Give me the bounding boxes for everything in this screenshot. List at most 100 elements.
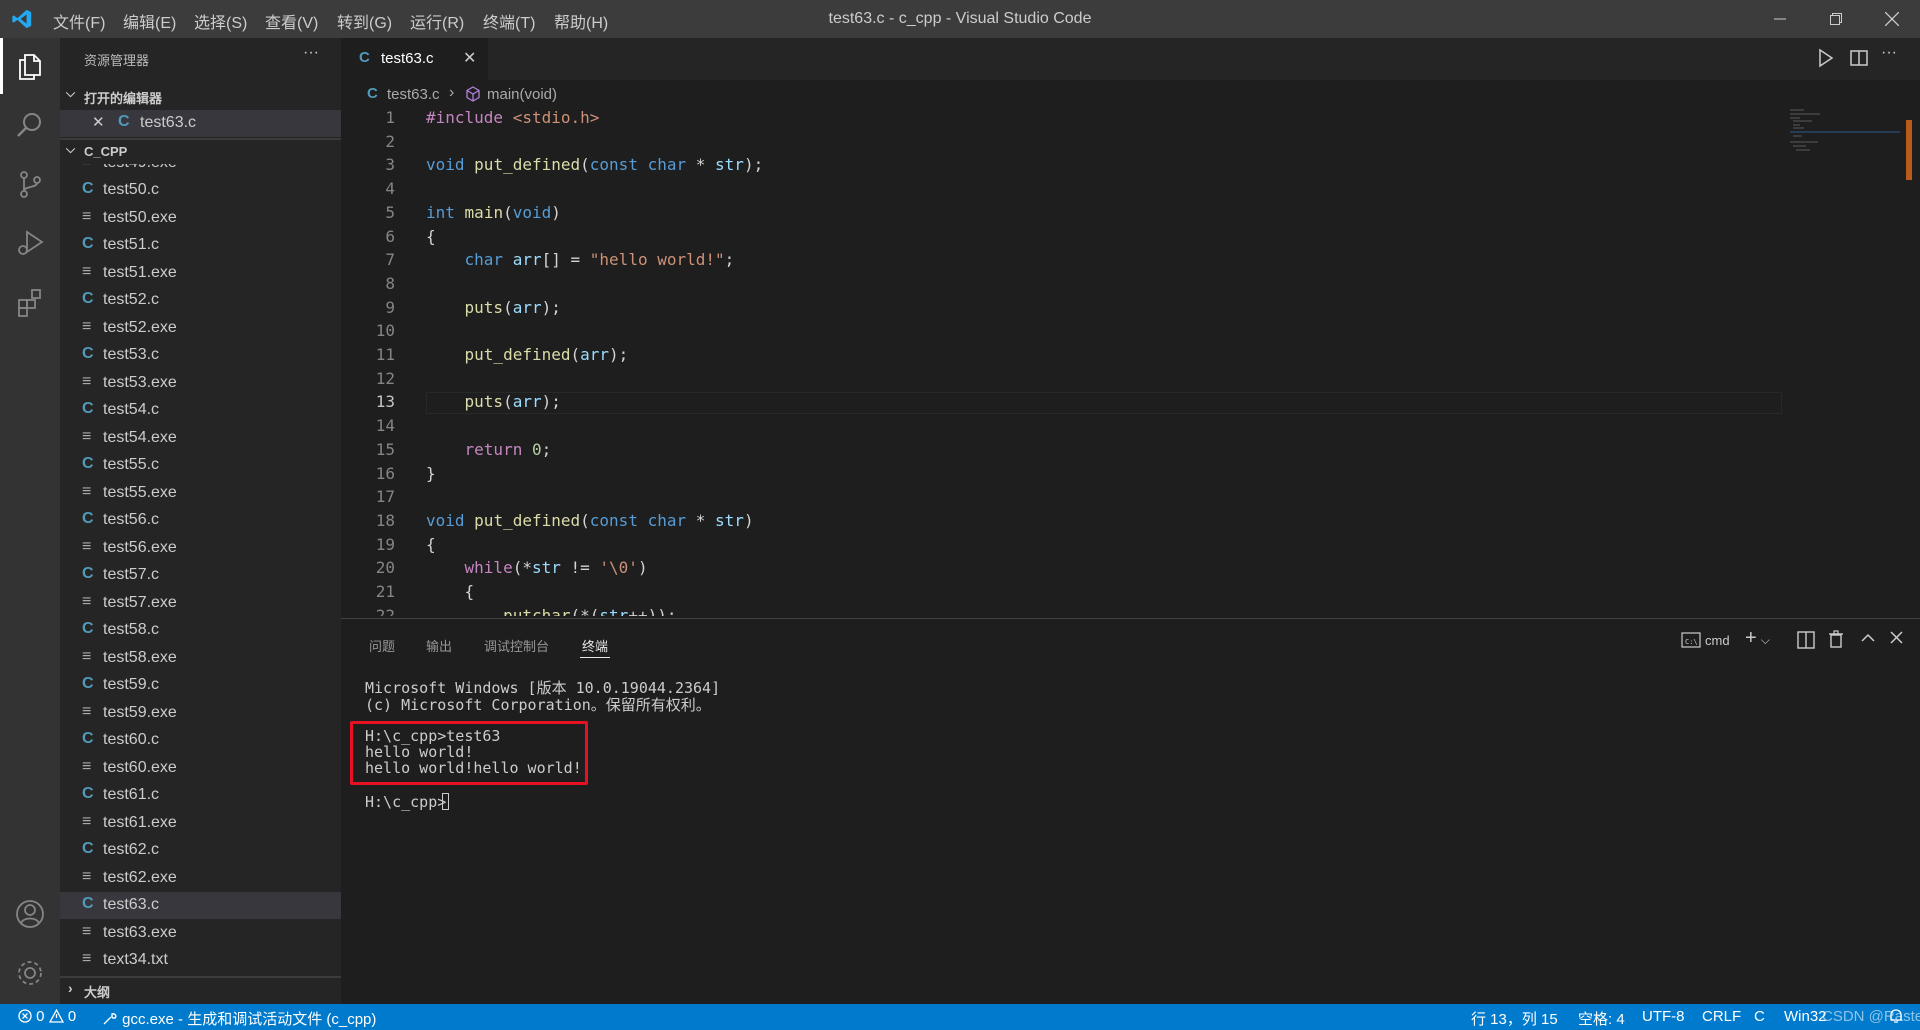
file-item[interactable]: ≡ test60.exe (60, 755, 341, 782)
restore-icon (1830, 13, 1842, 25)
close-panel-button[interactable] (1890, 631, 1903, 649)
more-actions-button[interactable]: ··· (303, 44, 319, 62)
tab-test63-c[interactable]: C test63.c ✕ (341, 38, 488, 80)
file-item[interactable]: ≡ test61.exe (60, 810, 341, 837)
source-control-button[interactable] (0, 156, 60, 212)
menu-item[interactable]: 查看(V) (265, 9, 318, 33)
split-editor-icon (1850, 50, 1868, 66)
file-item[interactable]: Ctest60.c (60, 727, 341, 754)
settings-button[interactable] (0, 945, 60, 1001)
tab-output[interactable]: 输出 (426, 636, 452, 655)
problems-status[interactable]: 0 0 (18, 1008, 76, 1025)
file-item[interactable]: Ctest50.c (60, 177, 341, 204)
outline-header[interactable]: › 大纲 (60, 980, 341, 1002)
c-file-icon: C (367, 85, 378, 102)
search-button[interactable] (0, 97, 60, 153)
tab-debug-console[interactable]: 调试控制台 (484, 636, 549, 655)
platform[interactable]: Win32 (1784, 1008, 1827, 1025)
encoding[interactable]: UTF-8 (1642, 1008, 1685, 1025)
file-name: test57.exe (103, 593, 177, 611)
menu-item[interactable]: 帮助(H) (554, 9, 608, 33)
file-name: test54.exe (103, 428, 177, 446)
file-item[interactable]: ≡ test55.exe (60, 480, 341, 507)
file-item[interactable]: ≡ test53.exe (60, 370, 341, 397)
new-terminal-button[interactable]: + ⌵ (1745, 627, 1770, 650)
language-mode[interactable]: C (1754, 1008, 1765, 1025)
notifications-button[interactable] (1888, 1008, 1904, 1028)
terminal-icon: C:\ (1681, 632, 1701, 648)
chevron-down-icon: ⌵ (66, 86, 76, 100)
file-item[interactable]: Ctest61.c (60, 782, 341, 809)
file-item[interactable]: ≡ test58.exe (60, 645, 341, 672)
file-item[interactable]: Ctest51.c (60, 232, 341, 259)
terminal-line: H:\c_cpp> (365, 793, 447, 811)
code-line: 1 #include <stdio.h> (341, 108, 1781, 132)
menu-item[interactable]: 选择(S) (194, 9, 247, 33)
file-item[interactable]: ≡ text34.txt (60, 947, 341, 974)
minimap[interactable] (1790, 108, 1900, 168)
file-item[interactable]: Ctest62.c (60, 837, 341, 864)
run-file-button[interactable] (1817, 48, 1835, 73)
split-terminal-button[interactable] (1797, 631, 1815, 654)
explorer-button[interactable] (0, 38, 60, 94)
c-file-icon: C (82, 400, 94, 417)
file-item[interactable]: Ctest63.c (60, 892, 341, 919)
menu-item[interactable]: 运行(R) (410, 9, 464, 33)
file-item[interactable]: Ctest54.c (60, 397, 341, 424)
menu-item[interactable]: 文件(F) (53, 9, 105, 33)
folder-header[interactable]: ⌵ C_CPP (60, 142, 341, 164)
file-item[interactable]: Ctest53.c (60, 342, 341, 369)
file-item[interactable]: Ctest58.c (60, 617, 341, 644)
code-line: 22 putchar(*(str++)); (341, 606, 1781, 616)
file-item[interactable]: Ctest59.c (60, 672, 341, 699)
file-item[interactable]: Ctest55.c (60, 452, 341, 479)
kill-terminal-button[interactable] (1828, 630, 1844, 653)
file-item[interactable]: ≡ test49.exe (60, 164, 341, 177)
file-item[interactable]: ≡ test54.exe (60, 425, 341, 452)
tab-problems[interactable]: 问题 (369, 636, 395, 655)
breadcrumb-symbol[interactable]: main(void) (487, 86, 557, 103)
menu-item[interactable]: 转到(G) (337, 9, 392, 33)
file-item[interactable]: ≡ test52.exe (60, 315, 341, 342)
indentation[interactable]: 空格: 4 (1578, 1008, 1625, 1029)
c-file-icon: C (82, 235, 94, 252)
file-name: test56.c (103, 511, 160, 528)
file-item[interactable]: Ctest56.c (60, 507, 341, 534)
minimize-button[interactable] (1752, 0, 1808, 38)
task-status[interactable]: gcc.exe - 生成和调试活动文件 (c_cpp) (102, 1008, 376, 1029)
close-editor-icon[interactable]: ✕ (92, 113, 105, 131)
file-item[interactable]: Ctest52.c (60, 287, 341, 314)
split-editor-button[interactable] (1850, 48, 1868, 73)
file-item[interactable]: ≡ test56.exe (60, 535, 341, 562)
editor-scrollbar[interactable] (1906, 120, 1912, 180)
editor-more-button[interactable]: ··· (1881, 44, 1897, 62)
open-editor-item[interactable]: ✕ C test63.c (60, 110, 341, 137)
file-item[interactable]: ≡ test59.exe (60, 700, 341, 727)
cursor-position[interactable]: 行 13，列 15 (1471, 1008, 1558, 1029)
file-item[interactable]: ≡ test63.exe (60, 920, 341, 947)
menu-item[interactable]: 终端(T) (483, 9, 535, 33)
split-terminal-icon (1797, 631, 1815, 649)
file-item[interactable]: ≡ test62.exe (60, 865, 341, 892)
run-debug-button[interactable] (0, 215, 60, 271)
extensions-button[interactable] (0, 274, 60, 330)
open-editors-header[interactable]: ⌵ 打开的编辑器 (60, 86, 341, 108)
active-tab-underline (580, 657, 610, 658)
code-line: 9 puts(arr); (341, 298, 1781, 322)
file-item[interactable]: Ctest57.c (60, 562, 341, 589)
code-editor[interactable]: 1 #include <stdio.h> 2 3 void put_defined(co… (341, 108, 1901, 616)
tab-terminal[interactable]: 终端 (582, 636, 608, 655)
c-file-icon: C (82, 180, 94, 197)
accounts-button[interactable] (0, 886, 60, 942)
file-item[interactable]: ≡ test51.exe (60, 260, 341, 287)
restore-button[interactable] (1808, 0, 1864, 38)
close-tab-icon[interactable]: ✕ (463, 48, 476, 68)
maximize-panel-button[interactable] (1861, 631, 1875, 650)
line-ending[interactable]: CRLF (1702, 1008, 1741, 1025)
file-name: test60.exe (103, 758, 177, 776)
menu-item[interactable]: 编辑(E) (123, 9, 176, 33)
file-item[interactable]: ≡ test57.exe (60, 590, 341, 617)
file-item[interactable]: ≡ test50.exe (60, 205, 341, 232)
breadcrumb-file[interactable]: test63.c (387, 86, 440, 103)
close-window-button[interactable] (1864, 0, 1920, 38)
